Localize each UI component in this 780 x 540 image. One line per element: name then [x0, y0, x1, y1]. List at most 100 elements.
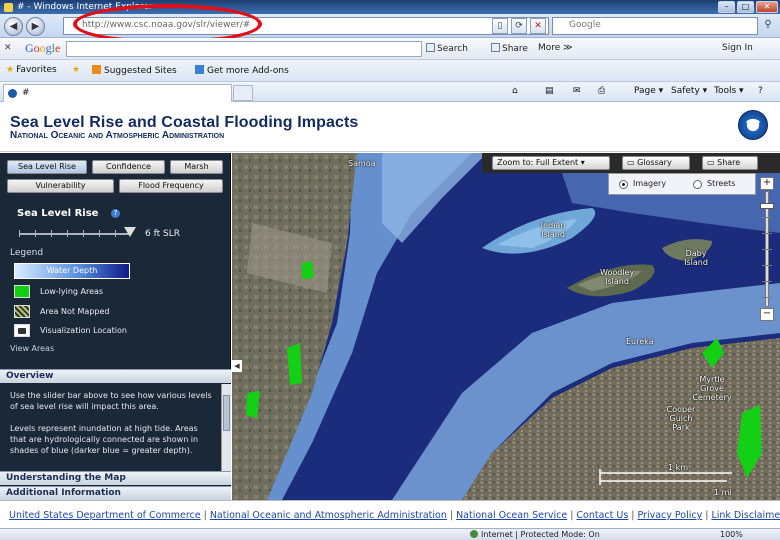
- magnifier-icon: [426, 43, 435, 52]
- tab-marsh[interactable]: Marsh: [170, 160, 223, 174]
- footer-link-nos[interactable]: National Ocean Service: [456, 510, 567, 521]
- footer-link-contact[interactable]: Contact Us: [576, 510, 628, 521]
- address-toolbar: ◀ ▶ http://www.csc.noaa.gov/slr/viewer/#…: [0, 14, 780, 38]
- scale-km-label: 1 km: [668, 463, 689, 472]
- window-title: # - Windows Internet Explorer: [17, 2, 153, 12]
- security-zone[interactable]: Internet | Protected Mode: On: [470, 530, 600, 539]
- collapse-panel-arrow[interactable]: ◀: [232, 360, 242, 372]
- help-icon[interactable]: ?: [111, 209, 120, 218]
- search-icon[interactable]: ⚲: [760, 18, 776, 34]
- footer-link-privacy[interactable]: Privacy Policy: [637, 510, 702, 521]
- page-footer: United States Department of Commerce | Nat…: [0, 500, 780, 528]
- suggested-sites-icon: [92, 65, 101, 74]
- ie-addons-icon: [195, 65, 204, 74]
- water-depth-ramp: Water Depth: [14, 263, 130, 279]
- zoom-out-button[interactable]: −: [760, 308, 774, 321]
- map-label-cooper-gulch: Cooper Gulch Park: [666, 405, 696, 432]
- close-button[interactable]: ✕: [756, 1, 778, 13]
- home-icon[interactable]: ⌂: [512, 86, 518, 96]
- overview-header[interactable]: Overview: [0, 369, 231, 383]
- streets-label: Streets: [707, 179, 736, 188]
- google-search-button[interactable]: Search: [426, 43, 468, 54]
- map-toolbar: Zoom to: Full Extent ▾ ▭ Glossary ▭ Shar…: [482, 153, 780, 173]
- stop-icon[interactable]: ✕: [530, 18, 546, 34]
- noaa-favicon: [8, 89, 17, 98]
- glossary-button[interactable]: ▭ Glossary: [622, 156, 690, 170]
- additional-info-header[interactable]: Additional Information: [0, 486, 231, 500]
- overview-scrollbar[interactable]: [221, 384, 231, 471]
- maximize-button[interactable]: □: [737, 1, 754, 13]
- forward-button[interactable]: ▶: [26, 17, 45, 36]
- status-bar: Internet | Protected Mode: On 100%: [0, 528, 780, 540]
- globe-icon: [470, 530, 478, 538]
- get-addons-link[interactable]: Get more Add-ons: [195, 65, 289, 76]
- print-icon[interactable]: ⎙: [598, 86, 605, 96]
- slr-value: 6 ft SLR: [145, 229, 180, 239]
- share-icon: ▭: [707, 158, 715, 167]
- basemap-selector: Imagery Streets: [608, 173, 756, 195]
- star-icon: ★: [6, 65, 15, 75]
- left-panel: Sea Level Rise Confidence Marsh Vulnerab…: [0, 153, 231, 500]
- zoom-extent-dropdown[interactable]: Zoom to: Full Extent ▾: [492, 156, 610, 170]
- legend-low-lying: Low-lying Areas: [14, 284, 103, 298]
- zoom-in-button[interactable]: +: [760, 177, 774, 190]
- tab-vulnerability[interactable]: Vulnerability: [7, 179, 114, 193]
- favorites-bar: ★ Favorites ★ Suggested Sites Get more Ad…: [0, 60, 780, 82]
- green-swatch: [14, 284, 30, 298]
- slr-heading: Sea Level Rise: [17, 208, 99, 219]
- mail-icon[interactable]: ✉: [573, 86, 581, 96]
- ie-icon: [4, 2, 13, 12]
- window-title-bar: # - Windows Internet Explorer – □ ✕: [0, 0, 780, 14]
- compatibility-icon[interactable]: ▯: [492, 18, 508, 34]
- page-header: Sea Level Rise and Coastal Flooding Impa…: [0, 102, 780, 152]
- new-tab-button[interactable]: [233, 85, 253, 101]
- safety-menu[interactable]: Safety ▾: [671, 86, 707, 96]
- streets-radio[interactable]: [693, 180, 702, 189]
- scrollbar-thumb[interactable]: [223, 395, 230, 431]
- satellite-map[interactable]: [232, 153, 780, 500]
- tab-confidence[interactable]: Confidence: [92, 160, 165, 174]
- tab-sea-level-rise[interactable]: Sea Level Rise: [7, 160, 87, 174]
- tab-title: #: [22, 88, 30, 98]
- tools-menu[interactable]: Tools ▾: [714, 86, 744, 96]
- map-view[interactable]: Samoa Indian Island Daby Island Woodley …: [232, 153, 780, 500]
- help-icon[interactable]: ?: [758, 86, 763, 96]
- google-share-button[interactable]: Share: [491, 43, 528, 54]
- share-icon: [491, 43, 500, 52]
- footer-link-noaa[interactable]: National Oceanic and Atmospheric Adminis…: [210, 510, 447, 521]
- favorites-button[interactable]: ★ Favorites: [6, 65, 57, 75]
- page-menu[interactable]: Page ▾: [634, 86, 663, 96]
- book-icon: ▭: [627, 158, 635, 167]
- add-favorite-icon[interactable]: ★: [72, 65, 82, 75]
- legend-viz-location: Visualization Location: [14, 323, 127, 337]
- zoom-level[interactable]: 100%: [720, 530, 743, 539]
- footer-link-disclaimer[interactable]: Link Disclaimer: [711, 510, 780, 521]
- understanding-map-header[interactable]: Understanding the Map: [0, 471, 231, 485]
- map-label-woodley-island: Woodley Island: [600, 268, 635, 286]
- noaa-logo[interactable]: [738, 110, 768, 140]
- minimize-button[interactable]: –: [718, 1, 735, 13]
- footer-link-commerce[interactable]: United States Department of Commerce: [9, 510, 201, 521]
- google-more-button[interactable]: More ≫: [538, 43, 573, 53]
- footer-links: United States Department of Commerce | Nat…: [9, 510, 780, 521]
- search-input[interactable]: Google: [552, 17, 758, 35]
- zoom-slider: + −: [760, 177, 774, 323]
- google-logo: Google: [25, 41, 61, 55]
- suggested-sites-link[interactable]: Suggested Sites: [92, 65, 177, 76]
- share-button[interactable]: ▭ Share: [702, 156, 758, 170]
- zoom-handle[interactable]: [760, 203, 774, 209]
- google-search-input[interactable]: [66, 41, 422, 57]
- google-toolbar: ✕ Google Search Share More ≫ Sign In: [0, 38, 780, 60]
- tab-flood-frequency[interactable]: Flood Frequency: [119, 179, 223, 193]
- slr-slider-handle[interactable]: [124, 227, 136, 237]
- toolbar-close-icon[interactable]: ✕: [4, 43, 12, 53]
- refresh-icon[interactable]: ⟳: [511, 18, 527, 34]
- address-input[interactable]: http://www.csc.noaa.gov/slr/viewer/#: [63, 17, 549, 35]
- google-sign-in[interactable]: Sign In: [722, 43, 753, 53]
- imagery-radio[interactable]: [619, 180, 628, 189]
- command-bar: # ⌂ ▤ ✉ ⎙ Page ▾ Safety ▾ Tools ▾ ?: [0, 82, 780, 102]
- feeds-icon[interactable]: ▤: [545, 86, 554, 96]
- browser-tab[interactable]: #: [3, 84, 232, 102]
- back-button[interactable]: ◀: [4, 17, 23, 36]
- view-areas-link[interactable]: View Areas: [10, 344, 54, 353]
